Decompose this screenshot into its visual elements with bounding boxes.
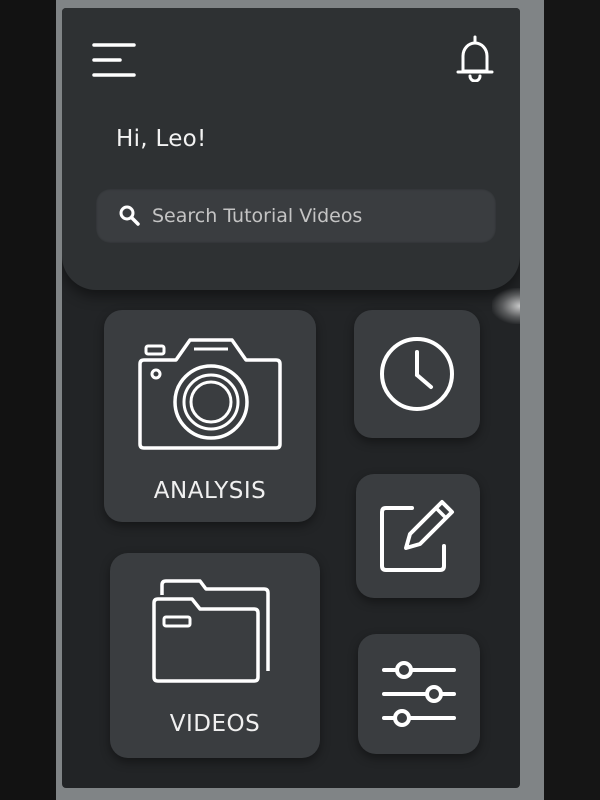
search-input[interactable] (152, 189, 482, 243)
bell-icon[interactable] (455, 34, 495, 83)
search-bar[interactable] (96, 189, 496, 243)
left-bezel (0, 0, 56, 800)
history-tile[interactable] (354, 310, 480, 438)
app-screen: Hi, Leo! ANALYSIS (62, 8, 520, 788)
clock-icon (380, 337, 454, 411)
greeting-text: Hi, Leo! (116, 126, 207, 152)
hamburger-menu-icon[interactable] (90, 42, 138, 80)
header-card: Hi, Leo! (62, 8, 520, 290)
folder-icon (152, 579, 270, 683)
search-icon (118, 204, 142, 228)
videos-tile[interactable]: VIDEOS (110, 553, 320, 758)
screen-glare (492, 288, 520, 324)
edit-tile[interactable] (356, 474, 480, 598)
analysis-tile[interactable]: ANALYSIS (104, 310, 316, 522)
sliders-icon (382, 661, 456, 727)
videos-label: VIDEOS (169, 711, 261, 737)
camera-icon (138, 338, 282, 450)
right-bezel (544, 0, 600, 800)
pencil-edit-icon (380, 500, 454, 572)
analysis-label: ANALYSIS (153, 478, 267, 504)
settings-tile[interactable] (358, 634, 480, 754)
